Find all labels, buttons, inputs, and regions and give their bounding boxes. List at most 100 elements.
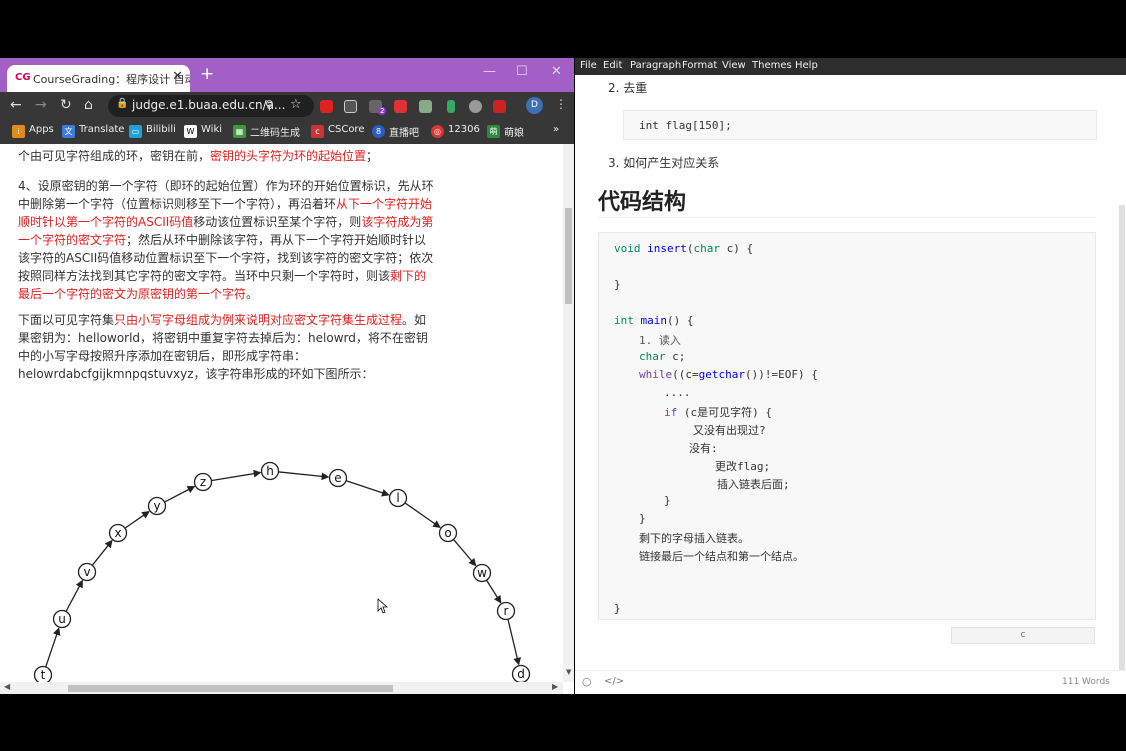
pdf-extension-icon[interactable] <box>493 100 506 113</box>
menu-view[interactable]: View <box>722 60 746 71</box>
code-line: 没有: <box>689 442 718 455</box>
code-line: 更改flag; <box>715 460 771 473</box>
ring-node-label: v <box>83 565 90 579</box>
ring-arrow <box>125 510 150 529</box>
bookmark-zhibo8[interactable]: 8 直播吧 <box>372 124 419 140</box>
zoom-icon[interactable]: ⚲ <box>265 98 274 112</box>
code-line: 又没有出现过? <box>693 424 766 437</box>
bookmarks-overflow-icon[interactable]: » <box>553 124 559 140</box>
code-line: int main() { <box>614 314 694 327</box>
source-mode-icon[interactable]: </> <box>604 676 624 687</box>
bookmark-apps[interactable]: ⁞ Apps <box>12 124 54 140</box>
ring-arrow <box>405 502 441 529</box>
page-content: 个由可见字符组成的环，密钥在前，密钥的头字符为环的起始位置； 4、设原密钥的第一… <box>0 144 563 682</box>
menu-edit[interactable]: Edit <box>603 60 622 71</box>
bookmark-cscore[interactable]: c CSCore <box>311 124 364 140</box>
minimize-icon[interactable]: — <box>483 64 496 79</box>
menu-paragraph[interactable]: Paragraph <box>630 60 681 71</box>
ring-node-label: r <box>504 604 509 618</box>
back-icon[interactable]: ← <box>10 97 22 113</box>
adblock-extension-icon[interactable] <box>320 100 333 113</box>
vivaldi-extension-icon[interactable] <box>394 100 407 113</box>
code-block-structure[interactable]: void insert(char c) { } int main() { 1. … <box>598 232 1096 620</box>
ring-node-label: e <box>334 471 341 485</box>
status-bar: ○ </> 111 Words <box>575 670 1126 694</box>
code-block-flag[interactable]: int flag[150]; <box>623 110 1097 140</box>
menu-help[interactable]: Help <box>795 60 818 71</box>
kebab-menu-icon[interactable]: ⋮ <box>555 97 567 111</box>
moegirl-icon: 萌 <box>487 125 500 138</box>
bookmark-qrcode[interactable]: ▦ 二维码生成 <box>233 124 300 140</box>
coursegrading-favicon-icon: CG <box>15 72 31 83</box>
list-item-dedupe[interactable]: 2. 去重 <box>608 79 647 96</box>
profile-avatar[interactable]: D <box>526 97 543 114</box>
bookmark-moegirl[interactable]: 萌萌娘 <box>487 124 524 140</box>
code-line: 剩下的字母插入链表。 <box>639 532 749 545</box>
menu-themes[interactable]: Themes <box>752 60 792 71</box>
scroll-right-icon[interactable]: ▶ <box>552 682 558 691</box>
extension-badge: 2 <box>378 107 387 115</box>
cscore-icon: c <box>311 125 324 138</box>
sidebar-toggle-icon[interactable]: ○ <box>582 675 592 688</box>
code-line: 1. 读入 <box>639 334 681 347</box>
tab-coursegrading[interactable]: CG CourseGrading：程序设计 自动 ✕ <box>7 65 190 92</box>
window-close-icon[interactable]: ✕ <box>551 64 562 79</box>
editor-scrollbar[interactable] <box>1119 205 1125 670</box>
address-bar[interactable]: 🔒 judge.e1.buaa.edu.cn/a... <box>108 95 314 117</box>
browser-toolbar: ← → ↻ ⌂ 🔒 judge.e1.buaa.edu.cn/a... ⚲ ☆ … <box>0 92 574 120</box>
ring-arrow <box>486 580 502 604</box>
circle-extension-icon[interactable] <box>469 100 482 113</box>
lock-icon: 🔒 <box>116 98 129 109</box>
list-item-mapping[interactable]: 3. 如何产生对应关系 <box>608 154 719 171</box>
menu-file[interactable]: File <box>580 60 597 71</box>
extension-icon[interactable] <box>344 100 357 113</box>
maximize-icon[interactable]: ☐ <box>516 64 528 79</box>
bookmark-translate[interactable]: 文 Translate <box>62 124 124 140</box>
ring-diagram: stuvxyzhelowrda <box>33 461 531 682</box>
heading-code-structure[interactable]: 代码结构 <box>598 184 686 216</box>
page-vertical-scroll-thumb[interactable] <box>565 208 572 304</box>
close-tab-icon[interactable]: ✕ <box>172 69 183 84</box>
code-language-input[interactable]: c <box>951 627 1095 644</box>
new-tab-icon[interactable]: + <box>200 64 214 84</box>
typora-window: File Edit Paragraph Format View Themes H… <box>575 58 1126 694</box>
ring-arrow <box>45 627 61 667</box>
word-count[interactable]: 111 Words <box>1062 677 1110 687</box>
home-icon[interactable]: ⌂ <box>84 97 93 113</box>
reload-icon[interactable]: ↻ <box>60 97 72 113</box>
code-line: while((c=getchar())!=EOF) { <box>639 368 818 381</box>
ring-arrow <box>92 539 113 566</box>
ring-node-label: w <box>477 566 487 580</box>
ring-node-label: x <box>114 526 121 540</box>
text-run: ； <box>366 149 379 163</box>
menu-format[interactable]: Format <box>682 60 717 71</box>
heading-divider <box>598 217 1096 218</box>
page-horizontal-scroll-thumb[interactable] <box>68 685 393 692</box>
scroll-down-icon[interactable]: ▼ <box>566 668 571 676</box>
bookmark-12306[interactable]: ◎ 12306 <box>431 124 480 140</box>
editor-area[interactable]: 2. 去重 int flag[150]; 3. 如何产生对应关系 代码结构 vo… <box>575 75 1126 670</box>
bookmark-bilibili[interactable]: ▭ Bilibili <box>129 124 176 140</box>
code-line: 插入链表后面; <box>717 478 790 491</box>
tab-title: CourseGrading：程序设计 自动 <box>33 73 190 86</box>
ring-node-label: y <box>153 499 160 513</box>
bilibili-icon: ▭ <box>129 125 142 138</box>
paragraph-example: 下面以可见字符集只由小写字母组成为例来说明对应密文字符集生成过程。如果密钥为：h… <box>18 311 438 383</box>
ring-arrow <box>164 486 196 503</box>
text-run: 个由可见字符组成的环，密钥在前， <box>18 149 211 163</box>
wiki-icon: W <box>184 125 197 138</box>
bookmark-star-icon[interactable]: ☆ <box>290 97 302 112</box>
image-extension-icon[interactable] <box>419 100 432 113</box>
download-extension-icon[interactable] <box>447 100 455 113</box>
bookmark-wiki[interactable]: W Wiki <box>184 124 222 140</box>
translate-icon: 文 <box>62 125 75 138</box>
highlighted-text: 只由小写字母组成为例来说明对应密文字符集生成过程 <box>114 313 403 327</box>
code-line: void insert(char c) { <box>614 242 754 255</box>
scroll-left-icon[interactable]: ◀ <box>4 682 10 691</box>
apps-grid-icon: ⁞ <box>12 125 25 138</box>
ring-arrow <box>346 480 390 497</box>
ring-node-label: o <box>444 526 451 540</box>
forward-icon[interactable]: → <box>35 97 47 113</box>
qrcode-icon: ▦ <box>233 125 246 138</box>
bookmarks-bar: ⁞ Apps 文 Translate ▭ Bilibili W Wiki ▦ 二维码生成 … <box>0 120 574 144</box>
